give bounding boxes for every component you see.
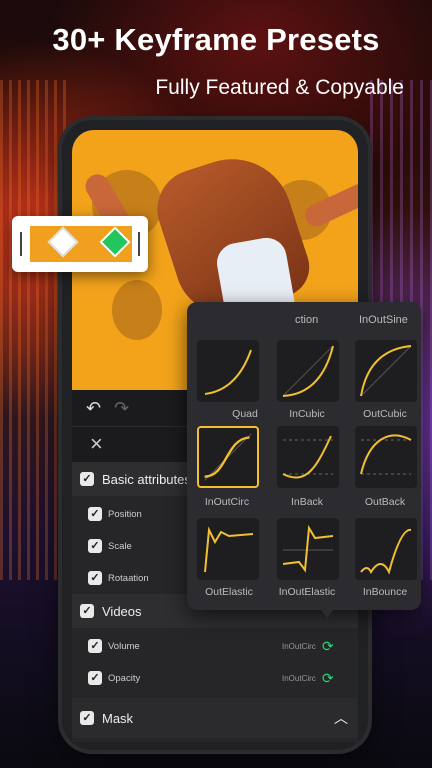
attribute-opacity[interactable]: ✓ Opacity InOutCirc ⟳: [72, 662, 358, 694]
curtain-left: [0, 80, 70, 580]
attribute-volume[interactable]: ✓ Volume InOutCirc ⟳: [72, 630, 358, 662]
keyframe-icon[interactable]: ⟳: [322, 670, 334, 687]
checkbox-icon[interactable]: ✓: [88, 671, 102, 685]
checkbox-icon[interactable]: ✓: [88, 539, 102, 553]
preset-label: OutElastic: [205, 586, 253, 598]
popover-title: ction: [295, 314, 319, 326]
motion-ghost: [112, 280, 162, 340]
section-label: Mask: [102, 710, 134, 726]
preset-outback[interactable]: [355, 426, 417, 488]
preset-inoutelastic[interactable]: [277, 518, 339, 580]
section-mask[interactable]: ✓ Mask ︿: [72, 698, 358, 738]
redo-icon[interactable]: ↷: [114, 398, 129, 419]
checkbox-icon[interactable]: ✓: [88, 639, 102, 653]
section-label: Videos: [102, 603, 142, 619]
preset-outelastic[interactable]: [197, 518, 259, 580]
preset-quad[interactable]: [197, 340, 259, 402]
attribute-label: Volume: [108, 640, 140, 652]
preset-label: InOutElastic: [278, 586, 336, 598]
checkbox-icon[interactable]: ✓: [80, 711, 94, 725]
preset-inbounce[interactable]: [355, 518, 417, 580]
ease-value: InOutCirc: [282, 641, 316, 651]
headline: 30+ Keyframe Presets: [52, 22, 380, 57]
preset-outcubic[interactable]: [355, 340, 417, 402]
preset-label: InBounce: [362, 586, 408, 598]
attribute-label: Opacity: [108, 672, 141, 684]
checkbox-icon[interactable]: ✓: [80, 472, 94, 486]
undo-icon[interactable]: ↶: [86, 398, 101, 419]
keyframe-timeline-card: [12, 216, 148, 272]
checkbox-icon[interactable]: ✓: [88, 507, 102, 521]
trim-handle-right[interactable]: [138, 232, 140, 256]
attribute-label: Rotaation: [108, 572, 149, 584]
preset-label: OutCubic: [363, 408, 407, 420]
trim-handle-left[interactable]: [20, 232, 22, 256]
subline: Fully Featured & Copyable: [155, 76, 404, 99]
preset-incubic[interactable]: [277, 340, 339, 402]
presets-popover: ction InOutSine Quad InCubic OutCubic In…: [187, 302, 421, 610]
preset-label: InOutCirc: [204, 496, 250, 508]
preset-label: InCubic: [289, 408, 325, 420]
keyframe-icon[interactable]: ⟳: [322, 638, 334, 655]
checkbox-icon[interactable]: ✓: [88, 571, 102, 585]
ease-value: InOutCirc: [282, 673, 316, 683]
attribute-label: Scale: [108, 540, 132, 552]
popover-pointer: [318, 606, 336, 618]
preset-label: OutBack: [364, 496, 406, 508]
close-icon[interactable]: ×: [90, 431, 103, 457]
attribute-label: Position: [108, 508, 142, 520]
section-label: Basic attributes: [102, 471, 191, 487]
preset-label: InOutSine: [359, 314, 408, 326]
preset-inoutcirc[interactable]: [197, 426, 259, 488]
preset-label: InBack: [290, 496, 324, 508]
preset-inback[interactable]: [277, 426, 339, 488]
checkbox-icon[interactable]: ✓: [80, 604, 94, 618]
chevron-up-icon[interactable]: ︿: [334, 708, 348, 728]
